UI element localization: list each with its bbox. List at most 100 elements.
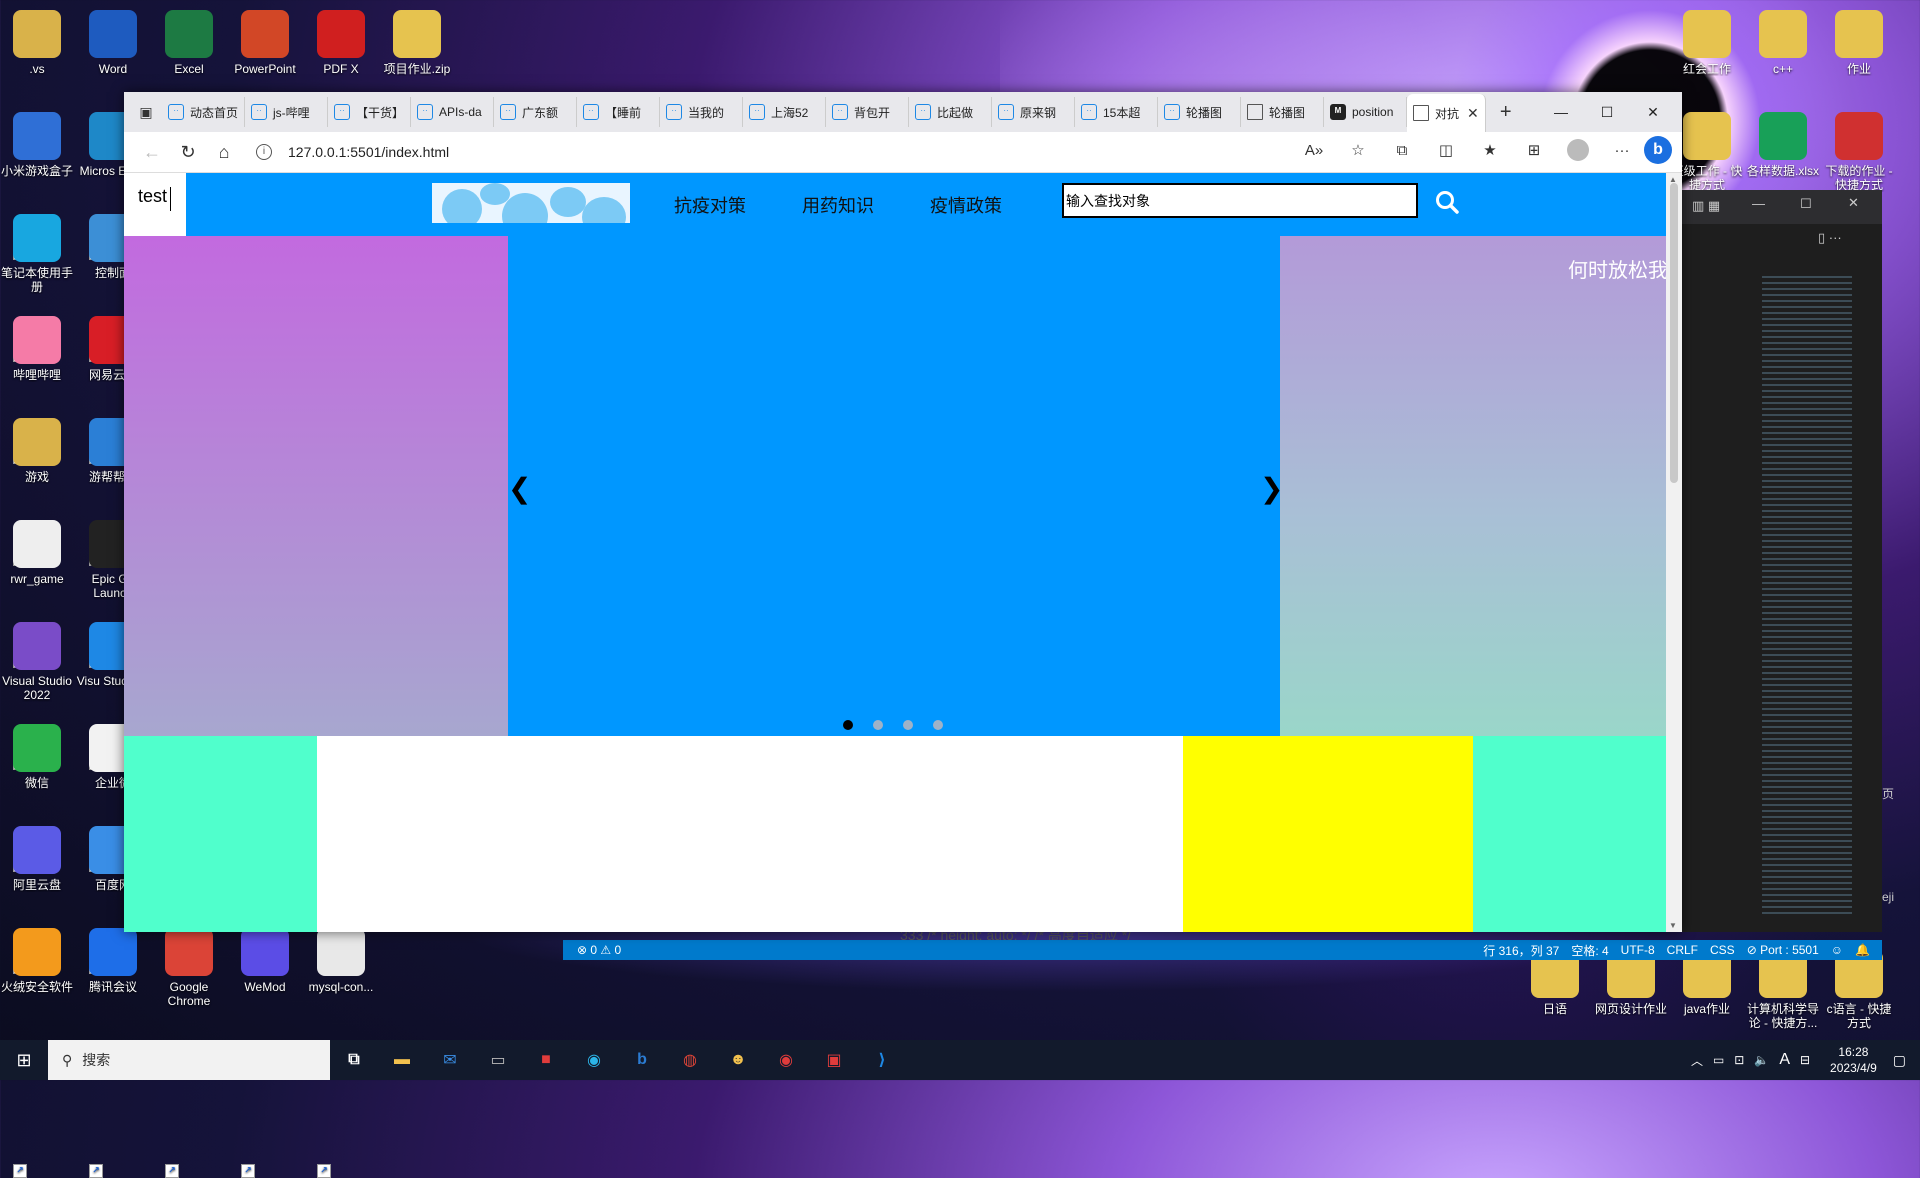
- clock[interactable]: 16:28 2023/4/9: [1830, 1044, 1877, 1076]
- desktop-icon[interactable]: c语言 - 快捷方式: [1822, 950, 1896, 1030]
- chrome-icon[interactable]: ◍: [666, 1040, 714, 1080]
- read-aloud-icon[interactable]: A»: [1292, 142, 1336, 159]
- browser-tab[interactable]: ·· APIs-da: [411, 97, 494, 127]
- app-icon[interactable]: ☻: [714, 1040, 762, 1080]
- desktop-icon[interactable]: ↗哔哩哔哩: [0, 316, 74, 566]
- desktop-icon[interactable]: ↗游戏: [0, 418, 74, 668]
- carousel-dot[interactable]: [843, 720, 853, 730]
- browser-tab[interactable]: ·· 比起做: [909, 97, 992, 127]
- browser-tab[interactable]: ·· 【干货】: [328, 97, 411, 127]
- layout-icon[interactable]: ▥ ▦: [1692, 198, 1720, 214]
- app-red-icon[interactable]: ▣: [810, 1040, 858, 1080]
- browser-tab[interactable]: 轮播图: [1241, 97, 1324, 127]
- battery-icon[interactable]: ▭: [1713, 1053, 1724, 1067]
- file-explorer-icon[interactable]: ▬: [378, 1040, 426, 1080]
- desktop-icon[interactable]: ↗Excel: [152, 10, 226, 260]
- more-icon[interactable]: ···: [1600, 142, 1644, 159]
- split-screen-icon[interactable]: ◫: [1424, 141, 1468, 159]
- browser-tab[interactable]: ·· 动态首页: [162, 97, 245, 127]
- browser-tab[interactable]: Mposition: [1324, 97, 1407, 127]
- nav-item-medication[interactable]: 用药知识: [802, 173, 874, 236]
- test-input[interactable]: test: [124, 173, 186, 236]
- carousel-prev-button[interactable]: ❮: [508, 472, 531, 505]
- scroll-thumb[interactable]: [1670, 183, 1678, 483]
- encoding[interactable]: UTF-8: [1621, 943, 1655, 957]
- line-ending[interactable]: CRLF: [1667, 943, 1698, 957]
- desktop-icon[interactable]: ↗ Google Chrome: [152, 928, 226, 1178]
- problems-indicator[interactable]: ⊗ 0 ⚠ 0: [577, 943, 621, 957]
- browser-tab[interactable]: ·· 15本超: [1075, 97, 1158, 127]
- browser-tab[interactable]: ·· 【睡前: [577, 97, 660, 127]
- tab-active[interactable]: 对抗 ✕: [1407, 94, 1486, 132]
- feedback-icon[interactable]: ☺: [1831, 943, 1843, 957]
- network-icon[interactable]: ⊡: [1734, 1053, 1744, 1067]
- desktop-icon[interactable]: ↗Word: [76, 10, 150, 260]
- close-tab-icon[interactable]: ✕: [1467, 105, 1479, 122]
- collections-icon[interactable]: ⊞: [1512, 141, 1556, 159]
- cursor-position[interactable]: 行 316，列 37: [1483, 942, 1559, 959]
- browser-tab[interactable]: ·· 当我的: [660, 97, 743, 127]
- desktop-icon[interactable]: ↗微信: [0, 724, 74, 974]
- search-icon[interactable]: [1434, 189, 1460, 215]
- maximize-icon[interactable]: ☐: [1800, 196, 1812, 212]
- indent-setting[interactable]: 空格: 4: [1571, 942, 1608, 959]
- new-tab-button[interactable]: +: [1492, 101, 1520, 124]
- minimap[interactable]: [1762, 276, 1852, 916]
- ime-indicator[interactable]: A: [1779, 1051, 1790, 1069]
- tray-chevron-icon[interactable]: ︿: [1691, 1052, 1703, 1069]
- desktop-icon[interactable]: 红会工作: [1670, 10, 1744, 76]
- tab-actions-icon[interactable]: ▣: [130, 96, 162, 128]
- browser-tab[interactable]: ·· 原来钢: [992, 97, 1075, 127]
- desktop-icon[interactable]: ↗Visual Studio 2022: [0, 622, 74, 872]
- notifications-icon[interactable]: 🔔: [1855, 943, 1870, 957]
- minimize-icon[interactable]: —: [1752, 196, 1765, 211]
- add-favorite-icon[interactable]: ☆: [1336, 141, 1380, 159]
- bing-icon[interactable]: b: [618, 1040, 666, 1080]
- action-center-icon[interactable]: ▢: [1893, 1052, 1906, 1069]
- browser-tab[interactable]: ·· 广东额: [494, 97, 577, 127]
- desktop-icon[interactable]: ↗项目作业.zip: [380, 10, 454, 260]
- netease-music-icon[interactable]: ◉: [762, 1040, 810, 1080]
- desktop-icon[interactable]: ↗rwr_game: [0, 520, 74, 770]
- back-button[interactable]: ←: [134, 136, 170, 168]
- desktop-icon[interactable]: ↗阿里云盘: [0, 826, 74, 1076]
- desktop-icon[interactable]: ↗小米游戏盒子: [0, 112, 74, 362]
- desktop-icon[interactable]: ↗PowerPoint: [228, 10, 302, 260]
- mail-icon[interactable]: ✉: [426, 1040, 474, 1080]
- browser-tab[interactable]: ·· js-哔哩: [245, 97, 328, 127]
- favorites-icon[interactable]: ★: [1468, 141, 1512, 159]
- desktop-icon[interactable]: 下载的作业 - 快捷方式: [1822, 112, 1896, 192]
- editor-actions[interactable]: ▯ ···: [1818, 230, 1842, 246]
- desktop-icon[interactable]: 作业: [1822, 10, 1896, 76]
- volume-icon[interactable]: 🔈: [1754, 1053, 1769, 1067]
- close-icon[interactable]: ✕: [1848, 195, 1859, 211]
- url-field[interactable]: i 127.0.0.1:5501/index.html: [256, 144, 449, 160]
- desktop-icon[interactable]: ↗ mysql-con...: [304, 928, 378, 1178]
- site-logo[interactable]: [432, 183, 630, 223]
- refresh-button[interactable]: ↻: [170, 136, 206, 168]
- desktop-icon[interactable]: ↗.vs: [0, 10, 74, 260]
- desktop-icon[interactable]: ↗PDF X: [304, 10, 378, 260]
- language-mode[interactable]: CSS: [1710, 943, 1735, 957]
- desktop-icon[interactable]: ↗ 火绒安全软件: [0, 928, 74, 1178]
- task-view-icon[interactable]: ⧉: [330, 1040, 378, 1080]
- carousel-dot[interactable]: [873, 720, 883, 730]
- desktop-icon[interactable]: 计算机科学导论 - 快捷方...: [1746, 950, 1820, 1030]
- desktop-icon[interactable]: c++: [1746, 10, 1820, 76]
- nav-item-policy[interactable]: 疫情政策: [930, 173, 1002, 236]
- desktop-icon[interactable]: 各样数据.xlsx: [1746, 112, 1820, 178]
- maximize-button[interactable]: ☐: [1584, 92, 1630, 132]
- carousel-next-button[interactable]: ❯: [1260, 472, 1283, 505]
- desktop-icon[interactable]: ↗笔记本使用手册: [0, 214, 74, 464]
- extensions-icon[interactable]: ⧉: [1380, 142, 1424, 159]
- vscode-icon[interactable]: ⟩: [858, 1040, 906, 1080]
- start-button[interactable]: ⊞: [0, 1040, 48, 1080]
- live-server-port[interactable]: ⊘ Port : 5501: [1747, 943, 1819, 957]
- taskbar-search[interactable]: ⚲ 搜索: [48, 1040, 330, 1080]
- desktop-icon[interactable]: ↗ 腾讯会议: [76, 928, 150, 1178]
- ime-mode-icon[interactable]: ⊟: [1800, 1053, 1810, 1067]
- carousel-dot[interactable]: [903, 720, 913, 730]
- profile-avatar[interactable]: [1567, 139, 1589, 161]
- scroll-down-icon[interactable]: ▼: [1669, 921, 1677, 930]
- nav-item-antiepidemic[interactable]: 抗疫对策: [674, 173, 746, 236]
